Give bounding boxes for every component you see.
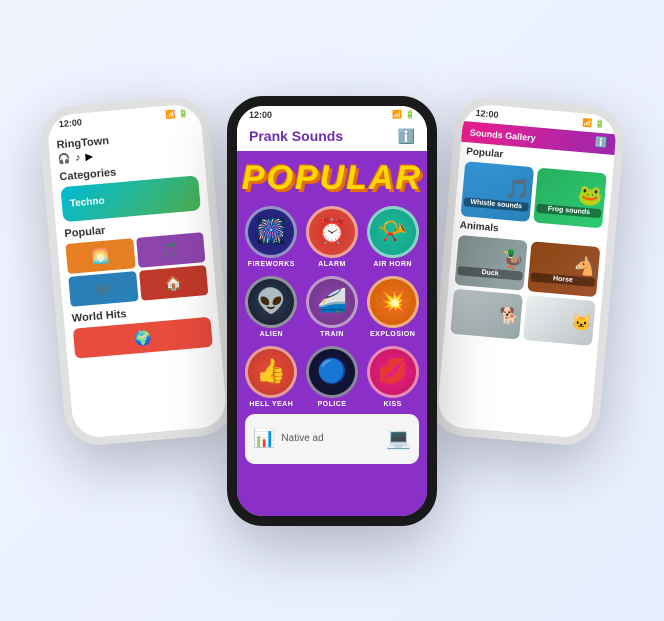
frog-sounds-item[interactable]: 🐸 Frog sounds xyxy=(533,167,607,228)
sound-kiss[interactable]: 💋 KISS xyxy=(366,346,419,408)
alarm-label: ALARM xyxy=(318,261,346,268)
right-header-title: Sounds Gallery xyxy=(469,127,536,143)
right-content: Sounds Gallery ℹ️ Popular 🎵 Whistle soun… xyxy=(436,120,616,438)
left-content: RingTown 🎧 ♪ ▶ Categories Techno Popular… xyxy=(48,120,228,438)
left-status-icons: 📶 🔋 xyxy=(165,108,189,119)
whistle-emoji: 🎵 xyxy=(504,175,531,202)
alien-label: ALIEN xyxy=(260,331,284,338)
phones-container: 12:00 📶 🔋 RingTown 🎧 ♪ ▶ Categories Tech… xyxy=(42,21,622,601)
list-item[interactable]: 🌅 xyxy=(65,238,135,274)
popular-grid: 🌅 🎵 🎶 🏠 xyxy=(65,232,208,307)
kiss-label: KISS xyxy=(383,401,401,408)
cat-emoji: 🐱 xyxy=(571,311,593,333)
right-info-icon[interactable]: ℹ️ xyxy=(594,137,607,149)
hellyeah-label: HELL YEAH xyxy=(249,401,293,408)
sound-alien[interactable]: 👽 ALIEN xyxy=(245,276,298,338)
sound-airhorn[interactable]: 📯 AIR HORN xyxy=(366,206,419,268)
sound-police[interactable]: 🔵 POLICE xyxy=(306,346,359,408)
sounds-grid: 🎆 FIREWORKS ⏰ ALARM 📯 AIR HORN 👽 ALIEN xyxy=(245,206,419,408)
info-icon[interactable]: ℹ️ xyxy=(398,128,415,145)
sound-train[interactable]: 🚄 TRAIN xyxy=(306,276,359,338)
right-animals-row2: 🐕 🐱 xyxy=(450,288,595,345)
sound-hellyeah[interactable]: 👍 HELL YEAH xyxy=(245,346,298,408)
fireworks-label: FIREWORKS xyxy=(248,261,295,268)
left-phone: 12:00 📶 🔋 RingTown 🎧 ♪ ▶ Categories Tech… xyxy=(38,94,237,448)
police-circle: 🔵 xyxy=(306,346,358,398)
fireworks-circle: 🎆 xyxy=(245,206,297,258)
right-popular-row: 🎵 Whistle sounds 🐸 Frog sounds xyxy=(461,161,607,228)
center-app-header: Prank Sounds ℹ️ xyxy=(237,124,427,151)
center-time: 12:00 xyxy=(249,110,272,120)
techno-label: Techno xyxy=(69,195,105,209)
ad-image: 💻 xyxy=(386,426,411,451)
explosion-label: EXPLOSION xyxy=(370,331,415,338)
center-status-bar: 12:00 📶 🔋 xyxy=(237,106,427,124)
police-label: POLICE xyxy=(317,401,346,408)
duck-item[interactable]: 🦆 Duck xyxy=(455,234,528,290)
native-ad[interactable]: 📊 Native ad 💻 xyxy=(245,414,419,464)
left-time: 12:00 xyxy=(58,117,82,129)
alarm-circle: ⏰ xyxy=(306,206,358,258)
right-status-icons: 📶 🔋 xyxy=(582,117,606,128)
horse-emoji: 🐴 xyxy=(573,255,597,278)
center-status-icons: 📶 🔋 xyxy=(392,110,415,119)
sound-alarm[interactable]: ⏰ ALARM xyxy=(306,206,359,268)
airhorn-circle: 📯 xyxy=(367,206,419,258)
hellyeah-circle: 👍 xyxy=(245,346,297,398)
alien-circle: 👽 xyxy=(245,276,297,328)
ad-text: Native ad xyxy=(281,433,323,444)
explosion-circle: 💥 xyxy=(367,276,419,328)
list-item[interactable]: 🎵 xyxy=(136,232,206,268)
app-title: Prank Sounds xyxy=(249,128,343,144)
horse-item[interactable]: 🐴 Horse xyxy=(527,241,600,297)
right-animals-row1: 🦆 Duck 🐴 Horse xyxy=(455,234,601,296)
dog-emoji: 🐕 xyxy=(498,305,520,327)
list-item[interactable]: 🎶 xyxy=(68,271,138,307)
dog-item[interactable]: 🐕 xyxy=(450,288,523,339)
right-phone: 12:00 📶 🔋 Sounds Gallery ℹ️ Popular 🎵 Wh… xyxy=(428,94,627,448)
cat-item[interactable]: 🐱 xyxy=(523,295,596,346)
list-item[interactable]: 🏠 xyxy=(138,264,208,300)
frog-emoji: 🐸 xyxy=(577,181,604,208)
kiss-circle: 💋 xyxy=(367,346,419,398)
ad-graphic: 📊 xyxy=(253,428,275,449)
center-phone: 12:00 📶 🔋 Prank Sounds ℹ️ POPULAR 🎆 FIRE… xyxy=(227,96,437,526)
sound-explosion[interactable]: 💥 EXPLOSION xyxy=(366,276,419,338)
whistle-sounds-item[interactable]: 🎵 Whistle sounds xyxy=(461,161,535,222)
right-body: Popular 🎵 Whistle sounds 🐸 Frog sounds A… xyxy=(436,141,614,438)
center-content: POPULAR 🎆 FIREWORKS ⏰ ALARM 📯 AIR HORN xyxy=(237,151,427,516)
sound-fireworks[interactable]: 🎆 FIREWORKS xyxy=(245,206,298,268)
duck-emoji: 🦆 xyxy=(501,248,525,271)
popular-heading: POPULAR xyxy=(242,159,422,198)
train-label: TRAIN xyxy=(320,331,344,338)
techno-card[interactable]: Techno xyxy=(60,175,201,222)
right-time: 12:00 xyxy=(475,107,499,119)
train-circle: 🚄 xyxy=(306,276,358,328)
airhorn-label: AIR HORN xyxy=(373,261,412,268)
